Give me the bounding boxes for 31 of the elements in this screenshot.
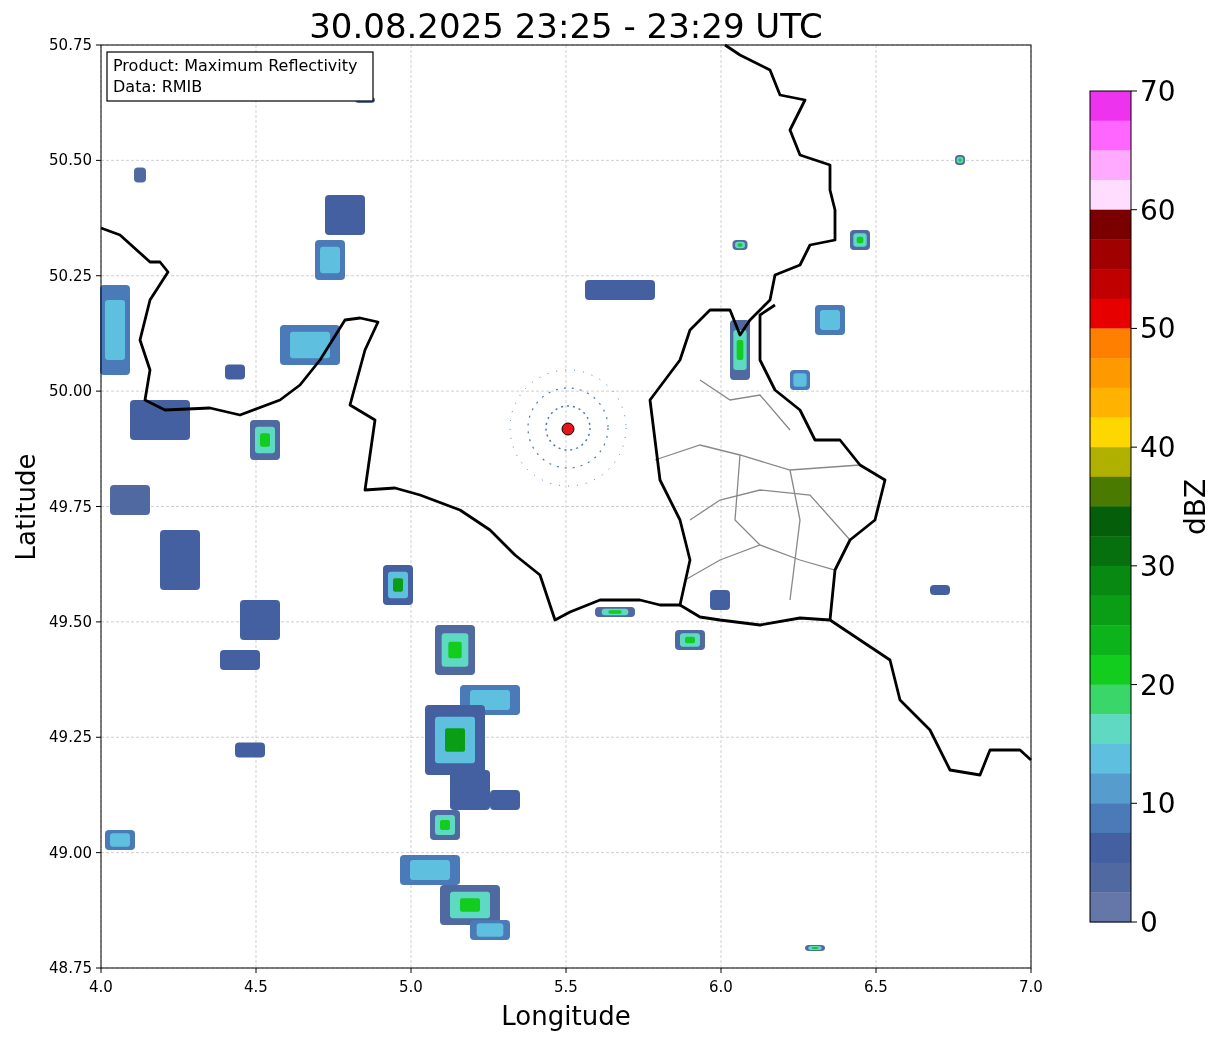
y-tick-label: 49.00 <box>49 843 92 862</box>
source-label: Data: RMIB <box>113 77 203 96</box>
y-axis-label: Latitude <box>11 453 41 561</box>
x-axis-label: Longitude <box>501 1001 631 1031</box>
colorbar-tick-label: 70 <box>1140 75 1176 108</box>
colorbar-tick-label: 20 <box>1140 668 1176 702</box>
y-tick-label: 49.25 <box>49 728 92 747</box>
colorbar-tick-label: 10 <box>1140 787 1176 821</box>
x-tick-label: 5.5 <box>554 978 578 996</box>
x-tick-label: 5.0 <box>399 978 423 996</box>
x-tick-label: 7.0 <box>1019 978 1043 996</box>
colorbar-tick-label: 0 <box>1140 906 1158 939</box>
x-tick-label: 6.5 <box>864 978 888 996</box>
x-tick-label: 4.0 <box>89 978 113 996</box>
colorbar-tick-label: 40 <box>1140 431 1176 465</box>
colorbar-label: dBZ <box>1179 478 1212 536</box>
chart-title: 30.08.2025 23:25 - 23:29 UTC <box>309 6 823 46</box>
y-tick-label: 50.25 <box>49 266 92 285</box>
radar-site-marker <box>561 422 575 436</box>
y-tick-label: 50.50 <box>49 151 92 170</box>
y-tick-label: 50.75 <box>49 36 92 54</box>
colorbar-tick-label: 30 <box>1140 549 1176 583</box>
x-tick-label: 4.5 <box>244 978 268 996</box>
x-tick-label: 6.0 <box>709 978 733 996</box>
y-tick-label: 50.00 <box>49 382 92 401</box>
product-label: Product: Maximum Reflectivity <box>113 56 358 75</box>
colorbar-tick-label: 60 <box>1140 193 1176 227</box>
colorbar-tick-label: 50 <box>1140 312 1176 346</box>
y-tick-label: 48.75 <box>49 959 92 977</box>
y-tick-label: 49.50 <box>49 612 92 631</box>
y-tick-label: 49.75 <box>49 497 92 516</box>
